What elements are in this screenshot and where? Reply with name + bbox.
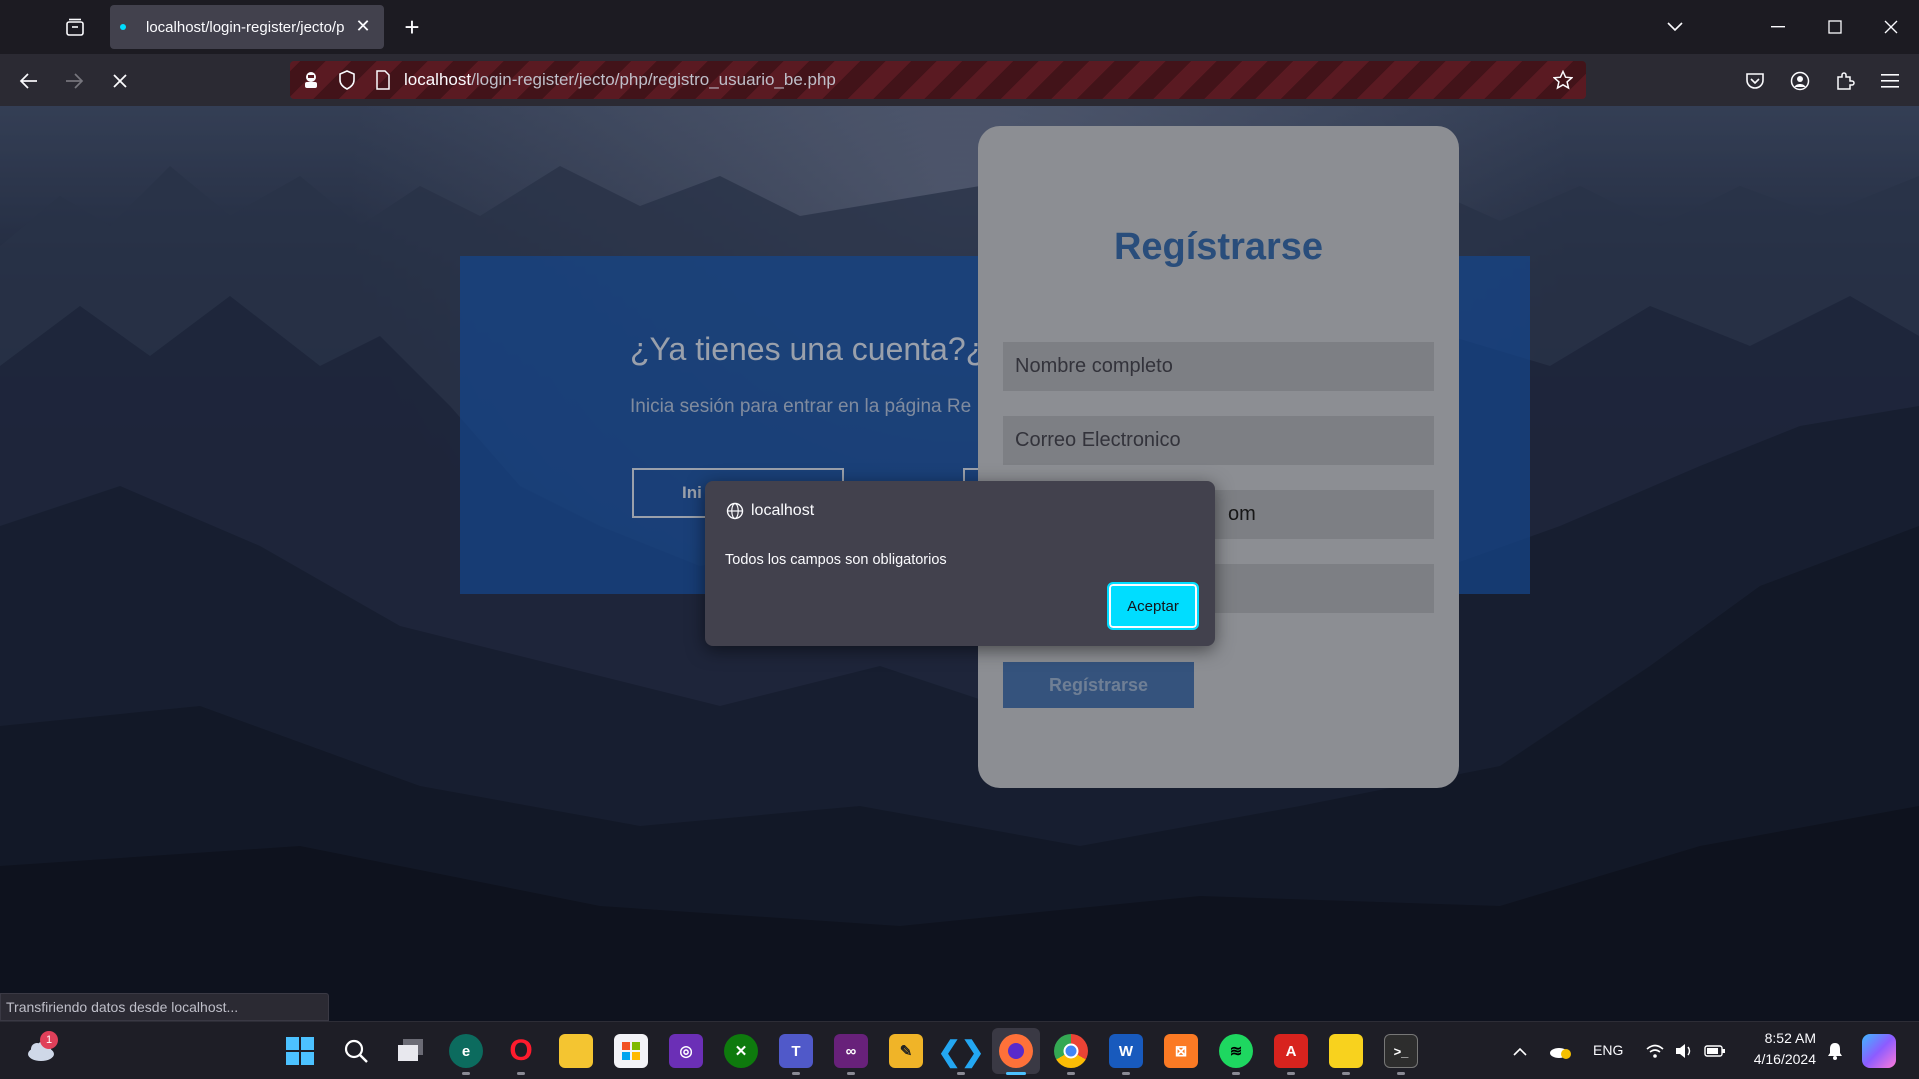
volume-icon[interactable] <box>1670 1034 1700 1068</box>
dialog-header: localhost <box>725 501 814 521</box>
running-indicator <box>792 1072 800 1075</box>
menu-icon[interactable] <box>1873 64 1907 98</box>
status-bar: Transfiriendo datos desde localhost... <box>0 993 329 1021</box>
acrobat-icon[interactable]: A <box>1274 1034 1308 1068</box>
new-tab-icon[interactable]: + <box>398 12 426 42</box>
tracking-protection-shield-icon[interactable] <box>332 65 362 95</box>
pocket-icon[interactable] <box>1738 64 1772 98</box>
running-indicator <box>1342 1072 1350 1075</box>
windows-start-icon[interactable] <box>283 1034 317 1068</box>
running-indicator <box>1287 1072 1295 1075</box>
tools-icon[interactable]: ✎ <box>889 1034 923 1068</box>
dialog-message: Todos los campos son obligatorios <box>725 552 947 568</box>
url-path: /login-register/jecto/php/registro_usuar… <box>471 70 836 89</box>
app-icon-purple[interactable]: ◎ <box>669 1034 703 1068</box>
tab-list-icon[interactable] <box>58 12 92 42</box>
web-page: ¿Ya tienes una cuenta?¿ Inicia sesión pa… <box>0 106 1919 1021</box>
running-indicator <box>1232 1072 1240 1075</box>
vscode-icon[interactable]: ❮❯ <box>938 1034 985 1068</box>
notifications-bell-icon[interactable] <box>1822 1034 1848 1068</box>
url-text[interactable]: localhost/login-register/jecto/php/regis… <box>404 70 836 90</box>
page-info-icon[interactable] <box>368 65 398 95</box>
minimize-icon[interactable] <box>1758 10 1798 44</box>
battery-icon[interactable] <box>1700 1034 1730 1068</box>
spotify-icon[interactable]: ≋ <box>1219 1034 1253 1068</box>
language-indicator[interactable]: ENG <box>1593 1042 1623 1058</box>
alert-dialog: localhost Todos los campos son obligator… <box>705 481 1215 646</box>
visual-studio-icon[interactable]: ∞ <box>834 1034 868 1068</box>
remote-control-icon[interactable] <box>296 65 326 95</box>
firefox-icon[interactable] <box>999 1034 1033 1068</box>
terminal-icon[interactable]: >_ <box>1384 1034 1418 1068</box>
maximize-icon[interactable] <box>1815 10 1855 44</box>
file-explorer-icon[interactable] <box>559 1034 593 1068</box>
active-tab[interactable]: localhost/login-register/jecto/p ✕ <box>110 5 384 49</box>
extensions-icon[interactable] <box>1828 64 1862 98</box>
running-indicator <box>847 1072 855 1075</box>
notification-badge: 1 <box>40 1031 58 1049</box>
sticky-notes-icon[interactable] <box>1329 1034 1363 1068</box>
microsoft-store-icon[interactable] <box>614 1034 648 1068</box>
forward-icon[interactable] <box>57 64 91 98</box>
list-all-tabs-icon[interactable] <box>1655 10 1695 44</box>
copilot-icon[interactable] <box>1862 1034 1896 1068</box>
task-view-icon[interactable] <box>394 1034 428 1068</box>
clock-time[interactable]: 8:52 AM <box>1756 1030 1816 1046</box>
dialog-origin: localhost <box>751 502 815 519</box>
running-indicator <box>1067 1072 1075 1075</box>
bookmark-star-icon[interactable] <box>1548 65 1578 95</box>
loading-indicator-icon <box>120 24 126 30</box>
chrome-icon[interactable] <box>1054 1034 1088 1068</box>
accept-button[interactable]: Aceptar <box>1107 582 1199 630</box>
onedrive-warning-icon[interactable] <box>1545 1034 1575 1068</box>
tab-bar: localhost/login-register/jecto/p ✕ + <box>0 0 1919 54</box>
back-icon[interactable] <box>12 64 46 98</box>
running-indicator <box>1397 1072 1405 1075</box>
navigation-bar: localhost/login-register/jecto/php/regis… <box>0 54 1919 106</box>
wifi-icon[interactable] <box>1640 1034 1670 1068</box>
address-bar[interactable]: localhost/login-register/jecto/php/regis… <box>290 61 1586 99</box>
taskbar: 1 e O ◎ ✕ T ∞ ✎ ❮❯ W ⊠ ≋ A >_ ENG 8:52 A… <box>0 1021 1919 1079</box>
url-host: localhost <box>404 70 472 89</box>
active-indicator <box>1006 1072 1026 1075</box>
search-icon[interactable] <box>339 1034 373 1068</box>
clock-date[interactable]: 4/16/2024 <box>1742 1051 1816 1067</box>
stop-loading-icon[interactable] <box>103 64 137 98</box>
teams-icon[interactable]: T <box>779 1034 813 1068</box>
xbox-icon[interactable]: ✕ <box>724 1034 758 1068</box>
running-indicator <box>957 1072 965 1075</box>
close-tab-icon[interactable]: ✕ <box>354 16 372 36</box>
screen: localhost/login-register/jecto/p ✕ + loc… <box>0 0 1919 1079</box>
tab-title: localhost/login-register/jecto/p <box>146 18 345 36</box>
xampp-icon[interactable]: ⊠ <box>1164 1034 1198 1068</box>
word-icon[interactable]: W <box>1109 1034 1143 1068</box>
globe-icon <box>725 501 745 521</box>
running-indicator <box>462 1072 470 1075</box>
window-close-icon[interactable] <box>1871 10 1911 44</box>
account-icon[interactable] <box>1783 64 1817 98</box>
chevron-up-icon[interactable] <box>1505 1034 1535 1068</box>
edge-icon[interactable]: e <box>449 1034 483 1068</box>
running-indicator <box>517 1072 525 1075</box>
running-indicator <box>1122 1072 1130 1075</box>
opera-icon[interactable]: O <box>504 1034 538 1068</box>
